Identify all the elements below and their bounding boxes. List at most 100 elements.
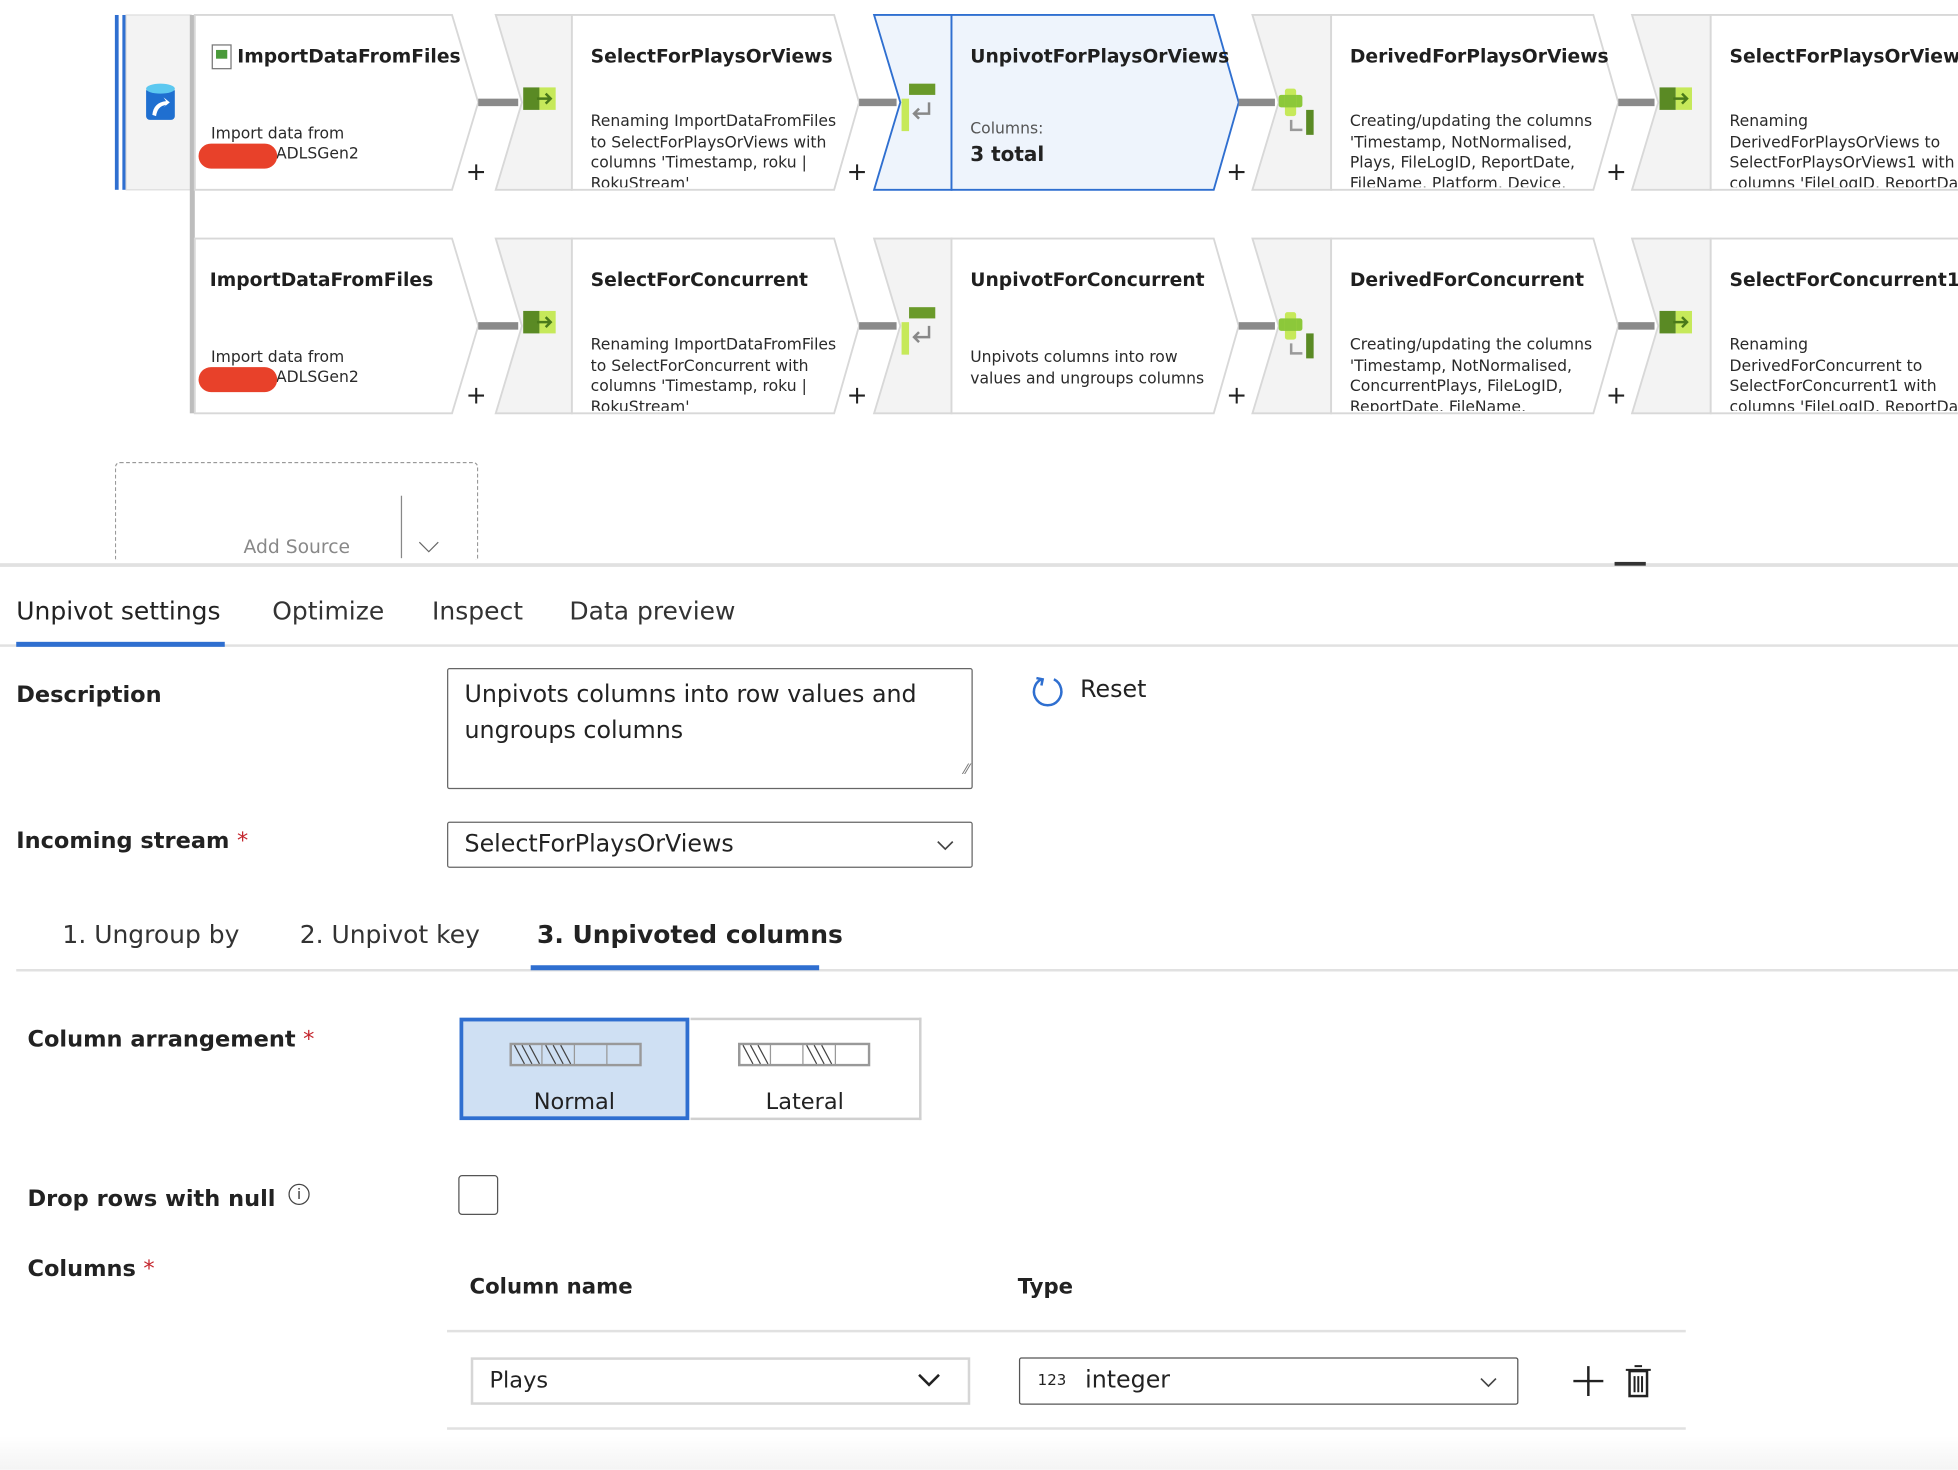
chevron-down-icon: ⌵: [418, 528, 440, 560]
source-node-title[interactable]: ImportDataFromFiles: [237, 45, 460, 67]
chevron-down-icon: [918, 1373, 940, 1387]
tab-inspect[interactable]: Inspect: [432, 596, 523, 626]
connector-line: [1618, 98, 1655, 107]
arrangement-normal-option[interactable]: Normal: [459, 1017, 690, 1121]
subtab-2[interactable]: 2. Unpivot key: [300, 919, 480, 949]
database-icon: [146, 83, 175, 120]
add-transform-button[interactable]: +: [466, 156, 487, 186]
active-tab-indicator: [16, 641, 225, 647]
incoming-stream-text: Incoming stream: [16, 827, 230, 855]
csv-file-icon: [211, 44, 232, 70]
add-column-icon[interactable]: [1572, 1365, 1604, 1397]
required-mark: *: [303, 1026, 315, 1053]
columns-header-divider: [447, 1329, 1686, 1333]
select-node-desc: Renaming ImportDataFromFiles to SelectFo…: [590, 334, 837, 411]
lateral-label: Lateral: [765, 1088, 844, 1116]
description-value: Unpivots columns into row values and ung…: [464, 680, 917, 745]
bottom-fade: [0, 1436, 1958, 1470]
source-node-desc-suffix: ADLSGen2: [275, 367, 359, 386]
drop-null-label: Drop rows with null i: [27, 1183, 310, 1213]
select-icon: [1659, 310, 1692, 334]
add-source-label: Add Source: [243, 535, 351, 559]
type-header: Type: [1017, 1274, 1074, 1300]
chevron-down-icon: [937, 841, 954, 851]
connector-line: [478, 98, 519, 107]
arrangement-lateral-option[interactable]: Lateral: [690, 1017, 922, 1121]
columns-label: Columns *: [27, 1256, 154, 1282]
connector-line: [1238, 322, 1275, 330]
add-source-divider: [400, 495, 403, 559]
columns-count-value: 3 total: [970, 142, 1045, 167]
source-group-bar: [114, 14, 119, 190]
column-name-header: Column name: [469, 1274, 633, 1300]
select-node-title[interactable]: SelectForPlaysOrViews1: [1729, 45, 1958, 67]
unpivot-node-title[interactable]: UnpivotForPlaysOrViews: [970, 45, 1229, 67]
source-node-title[interactable]: ImportDataFromFiles: [210, 268, 433, 290]
incoming-stream-select[interactable]: SelectForPlaysOrViews: [447, 821, 973, 868]
source-node-desc-suffix: ADLSGen2: [275, 143, 359, 163]
column-type-select[interactable]: 123 integer: [1018, 1357, 1519, 1405]
derived-node-title[interactable]: DerivedForPlaysOrViews: [1350, 45, 1609, 67]
required-mark: *: [143, 1256, 155, 1283]
column-type-value: integer: [1085, 1366, 1171, 1394]
column-name-value: Plays: [489, 1367, 549, 1394]
reset-label: Reset: [1080, 675, 1147, 704]
incoming-stream-value: SelectForPlaysOrViews: [464, 830, 734, 858]
select-icon: [523, 87, 556, 110]
select-node-title[interactable]: SelectForPlaysOrViews: [591, 45, 833, 67]
connector-line: [859, 322, 897, 330]
subtab-3[interactable]: 3. Unpivoted columns: [537, 919, 843, 949]
derived-node-desc: Creating/updating the columns 'Timestamp…: [1349, 334, 1593, 411]
select-icon: [1659, 87, 1692, 110]
delete-column-icon[interactable]: [1625, 1364, 1652, 1399]
connector-line: [478, 322, 519, 330]
description-label: Description: [16, 681, 162, 709]
add-transform-button[interactable]: +: [1606, 156, 1627, 186]
lateral-arrangement-icon: [737, 1042, 871, 1067]
unpivot-node-title[interactable]: UnpivotForConcurrent: [970, 268, 1204, 290]
normal-arrangement-icon: [509, 1042, 642, 1067]
columns-row-divider: [447, 1427, 1686, 1430]
column-arrangement-text: Column arrangement: [27, 1026, 296, 1053]
subtab-1[interactable]: 1. Ungroup by: [62, 919, 239, 949]
required-mark: *: [236, 827, 249, 855]
select-node-title[interactable]: SelectForConcurrent1: [1729, 268, 1958, 290]
type-badge: 123: [1037, 1371, 1067, 1389]
resize-grip-icon[interactable]: ⁄⁄: [964, 752, 969, 788]
tab-data-preview[interactable]: Data preview: [569, 596, 735, 626]
tab-optimize[interactable]: Optimize: [272, 596, 384, 626]
connector-line: [1618, 322, 1655, 330]
drop-null-text: Drop rows with null: [27, 1186, 276, 1213]
add-transform-button[interactable]: +: [466, 380, 487, 410]
column-name-select[interactable]: Plays: [470, 1357, 971, 1405]
redaction-mark: [198, 143, 278, 169]
derived-node-title[interactable]: DerivedForConcurrent: [1350, 268, 1584, 290]
canvas-divider[interactable]: [0, 563, 1958, 567]
add-transform-button[interactable]: +: [847, 156, 868, 186]
derived-node-desc: Creating/updating the columns 'Timestamp…: [1349, 111, 1593, 188]
select-node-desc: Renaming DerivedForPlaysOrViews to Selec…: [1729, 111, 1958, 188]
drop-null-checkbox[interactable]: [458, 1175, 499, 1215]
redaction-mark: [198, 367, 278, 393]
columns-count-label: Columns:: [970, 118, 1044, 138]
select-icon: [523, 310, 556, 334]
add-source-button[interactable]: Add Source ⌵: [114, 462, 479, 560]
select-node-desc: Renaming DerivedForConcurrent to SelectF…: [1729, 334, 1958, 411]
info-icon[interactable]: i: [288, 1183, 310, 1205]
columns-text: Columns: [27, 1256, 136, 1283]
tab-unpivot-settings[interactable]: Unpivot settings: [16, 596, 220, 626]
add-transform-button[interactable]: +: [1226, 380, 1247, 410]
add-transform-button[interactable]: +: [1606, 380, 1627, 410]
select-node-desc: Renaming ImportDataFromFiles to SelectFo…: [590, 111, 837, 188]
column-arrangement-label: Column arrangement *: [27, 1026, 314, 1052]
description-textarea[interactable]: Unpivots columns into row values and ung…: [447, 668, 973, 790]
chevron-down-icon: [1480, 1377, 1497, 1388]
incoming-stream-label: Incoming stream *: [16, 828, 248, 854]
select-node-title[interactable]: SelectForConcurrent: [591, 268, 808, 290]
normal-label: Normal: [533, 1088, 616, 1116]
tabs-underline: [0, 644, 1958, 647]
add-transform-button[interactable]: +: [847, 380, 868, 410]
data-flow-editor: ImportDataFromFiles Import data from ADLSG…: [0, 0, 1958, 1470]
add-transform-button[interactable]: +: [1226, 156, 1247, 186]
resize-handle[interactable]: [1614, 561, 1646, 566]
